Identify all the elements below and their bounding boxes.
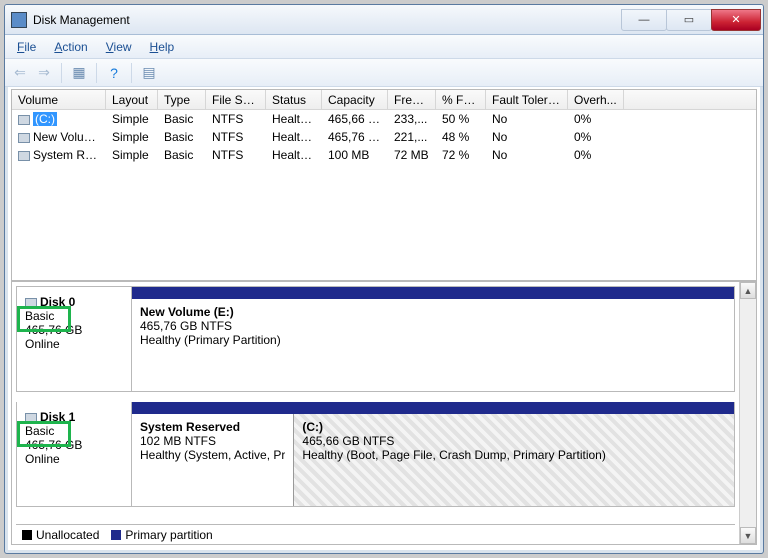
cell: Basic [158, 129, 206, 145]
col-pctfree[interactable]: % Free [436, 90, 486, 109]
column-headers: Volume Layout Type File Sys... Status Ca… [12, 90, 756, 110]
disk-label[interactable]: Disk 0Basic465,76 GBOnline [16, 287, 132, 392]
cell: 72 MB [388, 147, 436, 163]
cell: Simple [106, 147, 158, 163]
highlight-box-disk1 [17, 421, 71, 447]
toolbar: ⇐ ⇒ ▦ ? ▤ [5, 59, 763, 87]
cell: 465,76 GB [322, 129, 388, 145]
scroll-up-icon[interactable]: ▲ [740, 282, 756, 299]
cell: NTFS [206, 147, 266, 163]
cell: 465,66 GB [322, 111, 388, 127]
col-layout[interactable]: Layout [106, 90, 158, 109]
partition[interactable]: (C:)465,66 GB NTFSHealthy (Boot, Page Fi… [293, 414, 734, 506]
col-type[interactable]: Type [158, 90, 206, 109]
col-over[interactable]: Overh... [568, 90, 624, 109]
cell: Simple [106, 111, 158, 127]
volume-list: Volume Layout Type File Sys... Status Ca… [12, 90, 756, 282]
scroll-down-icon[interactable]: ▼ [740, 527, 756, 544]
partition[interactable]: System Reserved102 MB NTFSHealthy (Syste… [132, 414, 293, 506]
toolbar-separator [96, 63, 97, 83]
col-status[interactable]: Status [266, 90, 322, 109]
scrollbar[interactable]: ▲ ▼ [739, 282, 756, 544]
cell: 221,... [388, 129, 436, 145]
window: Disk Management — ▭ ✕ File Action View H… [4, 4, 764, 554]
volume-rows: (C:)SimpleBasicNTFSHealth...465,66 GB233… [12, 110, 756, 280]
minimize-button[interactable]: — [621, 9, 667, 31]
table-row[interactable]: New Volum...SimpleBasicNTFSHealth...465,… [12, 128, 756, 146]
cell: No [486, 147, 568, 163]
help-icon[interactable]: ? [105, 64, 123, 82]
menubar: File Action View Help [5, 35, 763, 59]
partition-strip [132, 287, 734, 299]
cell: 0% [568, 147, 624, 163]
cell: 50 % [436, 111, 486, 127]
cell: Simple [106, 129, 158, 145]
forward-icon[interactable]: ⇒ [35, 64, 53, 82]
disk-label[interactable]: Disk 1Basic465,76 GBOnline [16, 402, 132, 507]
toolbar-separator [131, 63, 132, 83]
cell: 100 MB [322, 147, 388, 163]
legend-primary: Primary partition [111, 528, 212, 542]
titlebar[interactable]: Disk Management — ▭ ✕ [5, 5, 763, 35]
disk-row: Disk 1Basic465,76 GBOnlineSystem Reserve… [16, 402, 735, 507]
settings-icon[interactable]: ▤ [140, 64, 158, 82]
menu-action[interactable]: Action [46, 38, 95, 56]
table-row[interactable]: System Res...SimpleBasicNTFSHealth...100… [12, 146, 756, 164]
cell: 0% [568, 111, 624, 127]
cell: Basic [158, 111, 206, 127]
legend-unallocated: Unallocated [22, 528, 99, 542]
legend: Unallocated Primary partition [16, 524, 735, 544]
back-icon[interactable]: ⇐ [11, 64, 29, 82]
cell: NTFS [206, 129, 266, 145]
cell: (C:) [12, 111, 106, 127]
cell: Health... [266, 147, 322, 163]
window-buttons: — ▭ ✕ [622, 9, 761, 31]
cell: System Res... [12, 147, 106, 163]
cell: No [486, 129, 568, 145]
cell: No [486, 111, 568, 127]
cell: Basic [158, 147, 206, 163]
maximize-button[interactable]: ▭ [666, 9, 712, 31]
col-capacity[interactable]: Capacity [322, 90, 388, 109]
toolbar-separator [61, 63, 62, 83]
cell: 48 % [436, 129, 486, 145]
table-row[interactable]: (C:)SimpleBasicNTFSHealth...465,66 GB233… [12, 110, 756, 128]
cell: New Volum... [12, 129, 106, 145]
col-free[interactable]: Free ... [388, 90, 436, 109]
cell: 0% [568, 129, 624, 145]
cell: Health... [266, 111, 322, 127]
menu-help[interactable]: Help [142, 38, 183, 56]
partition-strip [132, 402, 734, 414]
partition[interactable]: New Volume (E:)465,76 GB NTFSHealthy (Pr… [132, 299, 734, 391]
disk-row: Disk 0Basic465,76 GBOnlineNew Volume (E:… [16, 287, 735, 392]
col-fault[interactable]: Fault Tolera... [486, 90, 568, 109]
content-area: Volume Layout Type File Sys... Status Ca… [11, 89, 757, 545]
col-volume[interactable]: Volume [12, 90, 106, 109]
cell: 233,... [388, 111, 436, 127]
cell: 72 % [436, 147, 486, 163]
app-icon [11, 12, 27, 28]
col-fs[interactable]: File Sys... [206, 90, 266, 109]
window-title: Disk Management [33, 13, 622, 27]
menu-view[interactable]: View [98, 38, 140, 56]
disk-map: ▲ ▼ Disk 0Basic465,76 GBOnlineNew Volume… [12, 282, 756, 544]
cell: NTFS [206, 111, 266, 127]
cell: Health... [266, 129, 322, 145]
highlight-box-disk0 [17, 306, 71, 332]
refresh-icon[interactable]: ▦ [70, 64, 88, 82]
close-button[interactable]: ✕ [711, 9, 761, 31]
menu-file[interactable]: File [9, 38, 44, 56]
